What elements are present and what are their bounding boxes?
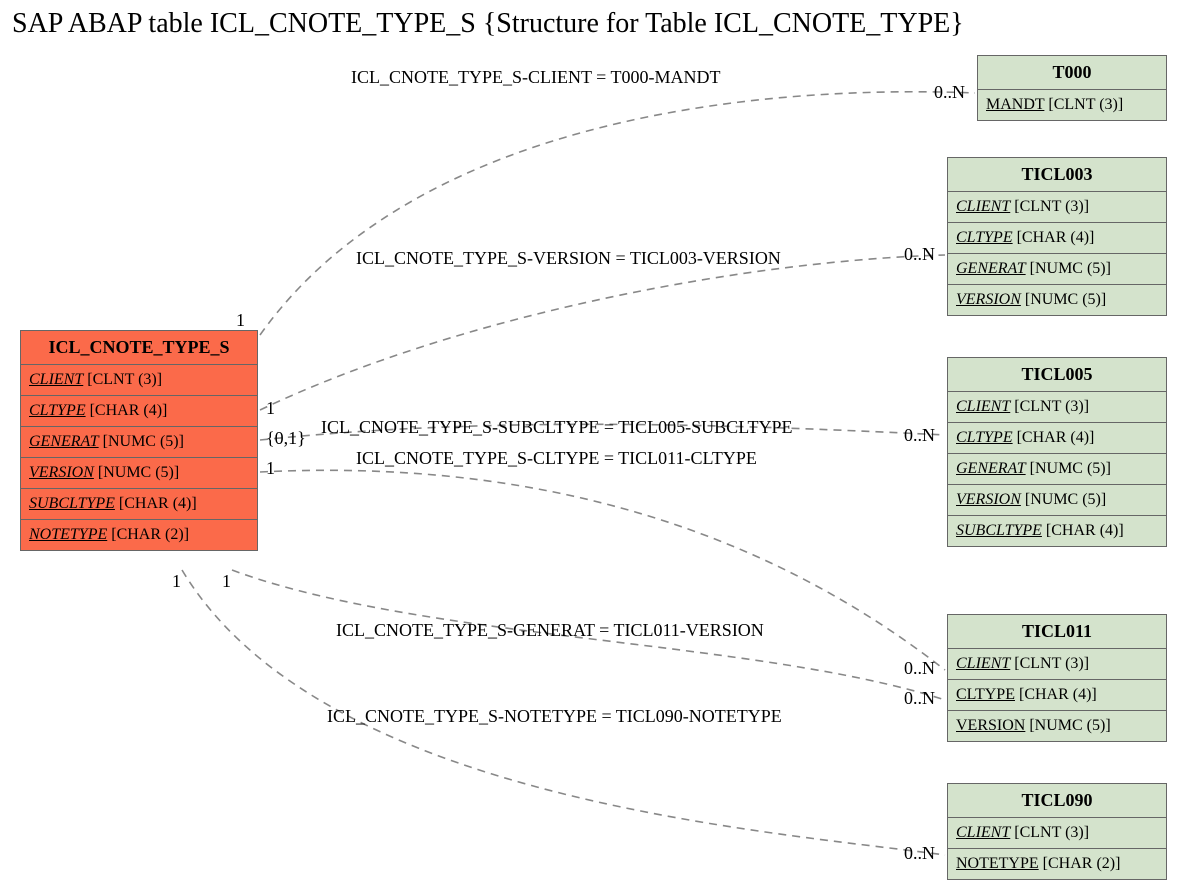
- entity-ticl090: TICL090 CLIENT [CLNT (3)] NOTETYPE [CHAR…: [947, 783, 1167, 880]
- entity-ticl003-field: VERSION [NUMC (5)]: [948, 285, 1166, 315]
- entity-ticl005-field: SUBCLTYPE [CHAR (4)]: [948, 516, 1166, 546]
- entity-main-field: NOTETYPE [CHAR (2)]: [21, 520, 257, 550]
- cardinality-left-2c: 1: [266, 458, 275, 479]
- entity-ticl005-field: VERSION [NUMC (5)]: [948, 485, 1166, 516]
- cardinality-right-5b: 0..N: [904, 688, 935, 709]
- cardinality-left-1: 1: [236, 310, 245, 331]
- entity-main-field: CLIENT [CLNT (3)]: [21, 365, 257, 396]
- entity-ticl005-field: GENERAT [NUMC (5)]: [948, 454, 1166, 485]
- cardinality-left-5: 1: [172, 571, 181, 592]
- entity-main: ICL_CNOTE_TYPE_S CLIENT [CLNT (3)] CLTYP…: [20, 330, 258, 551]
- entity-ticl090-field: NOTETYPE [CHAR (2)]: [948, 849, 1166, 879]
- entity-ticl003-field: CLTYPE [CHAR (4)]: [948, 223, 1166, 254]
- entity-ticl003-field: GENERAT [NUMC (5)]: [948, 254, 1166, 285]
- cardinality-right-3: 0..N: [904, 425, 935, 446]
- entity-ticl003: TICL003 CLIENT [CLNT (3)] CLTYPE [CHAR (…: [947, 157, 1167, 316]
- edge-label-subcltype: ICL_CNOTE_TYPE_S-SUBCLTYPE = TICL005-SUB…: [321, 417, 793, 438]
- cardinality-left-6: 1: [222, 571, 231, 592]
- entity-main-field: CLTYPE [CHAR (4)]: [21, 396, 257, 427]
- entity-ticl005-field: CLTYPE [CHAR (4)]: [948, 423, 1166, 454]
- entity-ticl011: TICL011 CLIENT [CLNT (3)] CLTYPE [CHAR (…: [947, 614, 1167, 742]
- entity-ticl005-field: CLIENT [CLNT (3)]: [948, 392, 1166, 423]
- entity-ticl003-header: TICL003: [948, 158, 1166, 192]
- entity-ticl011-field: CLIENT [CLNT (3)]: [948, 649, 1166, 680]
- cardinality-right-2: 0..N: [904, 244, 935, 265]
- entity-main-header: ICL_CNOTE_TYPE_S: [21, 331, 257, 365]
- edge-label-notetype: ICL_CNOTE_TYPE_S-NOTETYPE = TICL090-NOTE…: [327, 706, 782, 727]
- edge-label-client: ICL_CNOTE_TYPE_S-CLIENT = T000-MANDT: [351, 67, 720, 88]
- entity-ticl011-field: CLTYPE [CHAR (4)]: [948, 680, 1166, 711]
- entity-ticl005: TICL005 CLIENT [CLNT (3)] CLTYPE [CHAR (…: [947, 357, 1167, 547]
- cardinality-left-2a: 1: [266, 398, 275, 419]
- entity-ticl090-header: TICL090: [948, 784, 1166, 818]
- cardinality-right-6: 0..N: [904, 843, 935, 864]
- entity-ticl090-field: CLIENT [CLNT (3)]: [948, 818, 1166, 849]
- entity-ticl011-header: TICL011: [948, 615, 1166, 649]
- entity-main-field: GENERAT [NUMC (5)]: [21, 427, 257, 458]
- entity-t000-header: T000: [978, 56, 1166, 90]
- cardinality-right-5: 0..N: [904, 658, 935, 679]
- entity-ticl011-field: VERSION [NUMC (5)]: [948, 711, 1166, 741]
- entity-main-field: VERSION [NUMC (5)]: [21, 458, 257, 489]
- cardinality-right-1: 0..N: [934, 82, 965, 103]
- cardinality-left-2b: {0,1}: [266, 428, 306, 449]
- entity-ticl003-field: CLIENT [CLNT (3)]: [948, 192, 1166, 223]
- entity-t000-field: MANDT [CLNT (3)]: [978, 90, 1166, 120]
- page-title: SAP ABAP table ICL_CNOTE_TYPE_S {Structu…: [12, 8, 964, 40]
- edge-label-cltype: ICL_CNOTE_TYPE_S-CLTYPE = TICL011-CLTYPE: [356, 448, 757, 469]
- entity-t000: T000 MANDT [CLNT (3)]: [977, 55, 1167, 121]
- entity-main-field: SUBCLTYPE [CHAR (4)]: [21, 489, 257, 520]
- entity-ticl005-header: TICL005: [948, 358, 1166, 392]
- edge-label-version: ICL_CNOTE_TYPE_S-VERSION = TICL003-VERSI…: [356, 248, 781, 269]
- edge-label-generat: ICL_CNOTE_TYPE_S-GENERAT = TICL011-VERSI…: [336, 620, 764, 641]
